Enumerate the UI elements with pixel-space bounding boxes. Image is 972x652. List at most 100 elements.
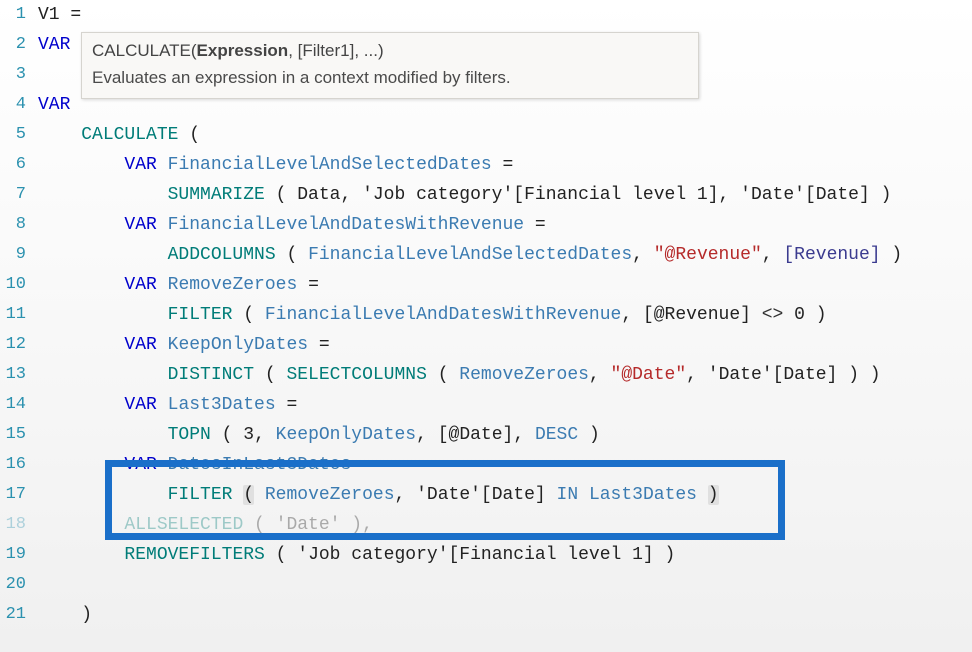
open-paren: ( xyxy=(276,245,308,265)
code-line[interactable]: 15 TOPN ( 3, KeepOnlyDates, [@Date], DES… xyxy=(0,420,972,450)
in-keyword: IN xyxy=(546,485,589,505)
close-paren: ) xyxy=(805,305,827,325)
open-paren: ( xyxy=(232,305,264,325)
line-number: 13 xyxy=(0,360,32,390)
line-number: 6 xyxy=(0,150,32,180)
paren: ( xyxy=(178,125,200,145)
line-number: 18 xyxy=(0,510,32,540)
code-line[interactable]: 18 ALLSELECTED ( 'Date' ), xyxy=(0,510,972,540)
code-line[interactable]: 6 VAR FinancialLevelAndSelectedDates = xyxy=(0,150,972,180)
variable-name: RemoveZeroes xyxy=(168,275,298,295)
variable-name: Last3Dates xyxy=(168,395,276,415)
measure-name: V1 xyxy=(38,5,60,25)
comma: , xyxy=(416,425,438,445)
variable-ref: FinancialLevelAndDatesWithRevenue xyxy=(265,305,621,325)
code-line[interactable]: 20 xyxy=(0,570,972,600)
var-keyword: VAR xyxy=(124,335,156,355)
function-distinct: DISTINCT xyxy=(168,365,254,385)
line-number: 14 xyxy=(0,390,32,420)
measure-ref: [@Revenue] xyxy=(643,305,751,325)
code-line[interactable]: 19 REMOVEFILTERS ( 'Job category'[Financ… xyxy=(0,540,972,570)
open-paren: ( xyxy=(232,485,264,505)
comma: , xyxy=(686,365,708,385)
equals-sign: = xyxy=(70,5,81,25)
equals xyxy=(60,5,71,25)
close-paren: ) xyxy=(578,425,600,445)
line-number: 20 xyxy=(0,570,32,600)
code-line[interactable]: 10 VAR RemoveZeroes = xyxy=(0,270,972,300)
line-number: 2 xyxy=(0,30,32,60)
desc-keyword: DESC xyxy=(535,425,578,445)
tooltip-sig-suffix: , [Filter1], ...) xyxy=(288,41,383,60)
code-line[interactable]: 5 CALCULATE ( xyxy=(0,120,972,150)
open-paren: ( xyxy=(427,365,459,385)
code-line[interactable]: 14 VAR Last3Dates = xyxy=(0,390,972,420)
comma: , xyxy=(254,425,276,445)
var-keyword: VAR xyxy=(124,215,156,235)
code-line[interactable]: 9 ADDCOLUMNS ( FinancialLevelAndSelected… xyxy=(0,240,972,270)
close-paren: ) xyxy=(81,605,92,625)
variable-name: KeepOnlyDates xyxy=(168,335,308,355)
variable-name: DatesInLast3Dates xyxy=(168,455,352,475)
code-line[interactable]: 7 SUMMARIZE ( Data, 'Job category'[Finan… xyxy=(0,180,972,210)
code-line[interactable]: 21 ) xyxy=(0,600,972,630)
function-filter: FILTER xyxy=(168,485,233,505)
var-keyword: VAR xyxy=(124,155,156,175)
function-summarize: SUMMARIZE xyxy=(168,185,265,205)
var-keyword: VAR xyxy=(124,275,156,295)
equals: = xyxy=(297,275,319,295)
var-keyword: VAR xyxy=(38,35,70,55)
line-number: 7 xyxy=(0,180,32,210)
close-paren: ), xyxy=(340,515,372,535)
line-number: 3 xyxy=(0,60,32,90)
equals: = xyxy=(492,155,514,175)
line-number: 15 xyxy=(0,420,32,450)
code-line[interactable]: 16 VAR DatesInLast3Dates = xyxy=(0,450,972,480)
open-args: ( Data, xyxy=(265,185,362,205)
equals: = xyxy=(524,215,546,235)
comma: , xyxy=(632,245,654,265)
open-paren: ( xyxy=(243,515,275,535)
column-ref: 'Date'[Date] xyxy=(740,185,870,205)
code-line[interactable]: 11 FILTER ( FinancialLevelAndDatesWithRe… xyxy=(0,300,972,330)
tooltip-sig-prefix: CALCULATE( xyxy=(92,41,197,60)
line-number: 12 xyxy=(0,330,32,360)
comma: , xyxy=(762,245,784,265)
code-line[interactable]: 12 VAR KeepOnlyDates = xyxy=(0,330,972,360)
function-removefilters: REMOVEFILTERS xyxy=(124,545,264,565)
column-ref: 'Date' xyxy=(276,515,341,535)
variable-ref: Last3Dates xyxy=(589,485,697,505)
code-line[interactable]: 17 FILTER ( RemoveZeroes, 'Date'[Date] I… xyxy=(0,480,972,510)
line-number: 17 xyxy=(0,480,32,510)
tooltip-sig-bold: Expression xyxy=(197,41,289,60)
column-ref: 'Job category'[Financial level 1] xyxy=(362,185,718,205)
operator-neq: <> xyxy=(751,305,794,325)
comma: , xyxy=(513,425,535,445)
line-number: 16 xyxy=(0,450,32,480)
comma: , xyxy=(589,365,611,385)
string-literal: "@Revenue" xyxy=(654,245,762,265)
column-ref: 'Date'[Date] xyxy=(708,365,838,385)
line-number: 21 xyxy=(0,600,32,630)
variable-name: FinancialLevelAndSelectedDates xyxy=(168,155,492,175)
line-number: 11 xyxy=(0,300,32,330)
close-paren: ) xyxy=(654,545,676,565)
number-literal: 3 xyxy=(243,425,254,445)
close-paren: ) xyxy=(881,245,903,265)
comma: , xyxy=(395,485,417,505)
line-number: 9 xyxy=(0,240,32,270)
line-number: 4 xyxy=(0,90,32,120)
code-line[interactable]: 13 DISTINCT ( SELECTCOLUMNS ( RemoveZero… xyxy=(0,360,972,390)
variable-name: FinancialLevelAndDatesWithRevenue xyxy=(168,215,524,235)
string-literal: "@Date" xyxy=(611,365,687,385)
equals: = xyxy=(351,455,373,475)
tooltip-signature: CALCULATE(Expression, [Filter1], ...) xyxy=(92,39,688,64)
code-line[interactable]: 1 V1 = xyxy=(0,0,972,30)
variable-ref: RemoveZeroes xyxy=(265,485,395,505)
open-paren: ( xyxy=(211,425,243,445)
variable-ref: KeepOnlyDates xyxy=(276,425,416,445)
function-addcolumns: ADDCOLUMNS xyxy=(168,245,276,265)
equals: = xyxy=(276,395,298,415)
comma: , xyxy=(719,185,741,205)
code-line[interactable]: 8 VAR FinancialLevelAndDatesWithRevenue … xyxy=(0,210,972,240)
